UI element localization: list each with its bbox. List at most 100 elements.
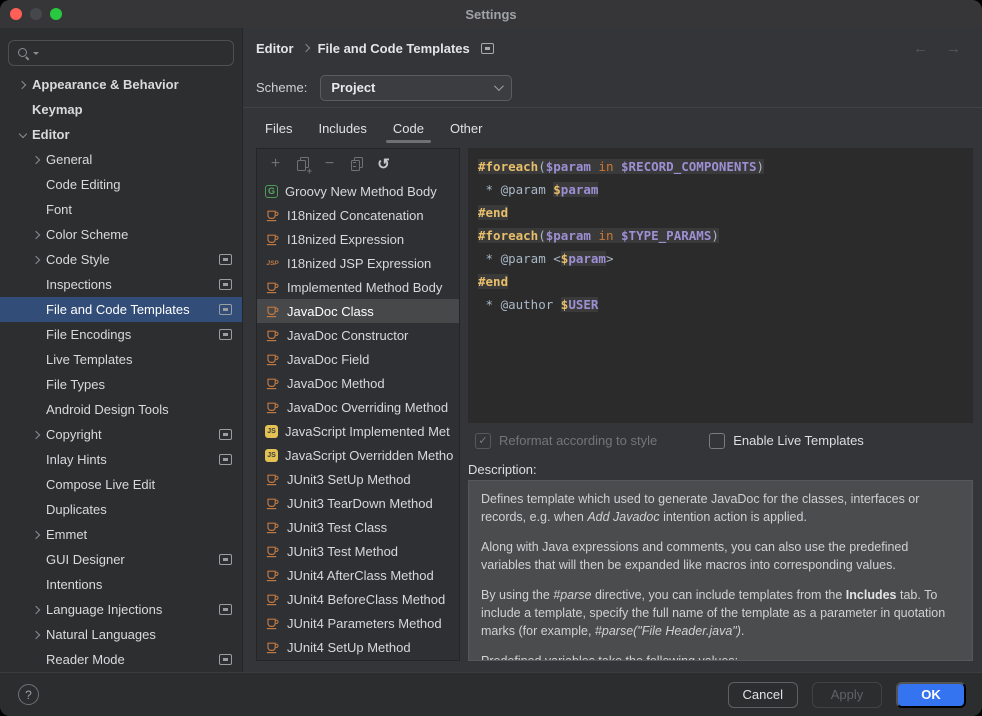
sidebar-item-label: Code Editing xyxy=(46,177,120,192)
template-item-groovy-new-method-body[interactable]: GGroovy New Method Body xyxy=(257,179,459,203)
sidebar-item-gui-designer[interactable]: GUI Designer xyxy=(0,547,242,572)
sidebar-item-general[interactable]: General xyxy=(0,147,242,172)
template-item-label: JUnit4 BeforeClass Method xyxy=(287,592,445,607)
indent-spacer xyxy=(28,354,46,366)
chevron-right-icon[interactable] xyxy=(28,229,46,241)
sidebar-item-code-editing[interactable]: Code Editing xyxy=(0,172,242,197)
template-item-i18nized-jsp-expression[interactable]: JSPI18nized JSP Expression xyxy=(257,251,459,275)
chevron-right-icon[interactable] xyxy=(14,79,32,91)
template-item-label: JUnit3 SetUp Method xyxy=(287,472,411,487)
template-editor[interactable]: #foreach($param in $RECORD_COMPONENTS) *… xyxy=(468,148,973,423)
template-description[interactable]: Defines template which used to generate … xyxy=(468,480,973,661)
reformat-checkbox[interactable]: ✓ Reformat according to style xyxy=(475,433,657,449)
template-item-junit3-setup-method[interactable]: JUnit3 SetUp Method xyxy=(257,467,459,491)
sidebar-item-live-templates[interactable]: Live Templates xyxy=(0,347,242,372)
settings-content: Editor File and Code Templates ← → Schem… xyxy=(243,28,982,672)
forward-icon[interactable]: → xyxy=(946,40,961,57)
template-item-javadoc-overriding-method[interactable]: JavaDoc Overriding Method xyxy=(257,395,459,419)
template-item-i18nized-expression[interactable]: I18nized Expression xyxy=(257,227,459,251)
tab-files[interactable]: Files xyxy=(265,111,292,146)
sidebar-item-inlay-hints[interactable]: Inlay Hints xyxy=(0,447,242,472)
scheme-label: Scheme: xyxy=(256,80,307,95)
template-item-label: Groovy New Method Body xyxy=(285,184,437,199)
scheme-select[interactable]: Project xyxy=(320,75,512,101)
template-item-junit3-test-method[interactable]: JUnit3 Test Method xyxy=(257,539,459,563)
template-item-javascript-implemented-met[interactable]: JSJavaScript Implemented Met xyxy=(257,419,459,443)
template-item-javadoc-method[interactable]: JavaDoc Method xyxy=(257,371,459,395)
remove-template-icon[interactable]: − xyxy=(321,156,338,173)
java-class-icon xyxy=(265,568,280,583)
template-item-junit3-test-class[interactable]: JUnit3 Test Class xyxy=(257,515,459,539)
template-item-junit4-beforeclass-method[interactable]: JUnit4 BeforeClass Method xyxy=(257,587,459,611)
template-item-implemented-method-body[interactable]: Implemented Method Body xyxy=(257,275,459,299)
enable-live-templates-checkbox[interactable]: Enable Live Templates xyxy=(709,433,864,449)
sidebar-item-copyright[interactable]: Copyright xyxy=(0,422,242,447)
sidebar-item-code-style[interactable]: Code Style xyxy=(0,247,242,272)
sidebar-item-appearance-behavior[interactable]: Appearance & Behavior xyxy=(0,72,242,97)
sidebar-item-reader-mode[interactable]: Reader Mode xyxy=(0,647,242,672)
copy-template-icon[interactable] xyxy=(348,156,365,173)
java-class-icon xyxy=(265,544,280,559)
chevron-right-icon[interactable] xyxy=(28,154,46,166)
settings-sidebar: Appearance & BehaviorKeymapEditorGeneral… xyxy=(0,28,243,672)
template-item-junit4-setup-method[interactable]: JUnit4 SetUp Method xyxy=(257,635,459,659)
settings-search-input[interactable] xyxy=(8,40,234,66)
sidebar-item-font[interactable]: Font xyxy=(0,197,242,222)
sidebar-item-color-scheme[interactable]: Color Scheme xyxy=(0,222,242,247)
template-item-junit4-afterclass-method[interactable]: JUnit4 AfterClass Method xyxy=(257,563,459,587)
template-item-javadoc-class[interactable]: JavaDoc Class xyxy=(257,299,459,323)
chevron-down-icon[interactable] xyxy=(14,129,32,141)
chevron-right-icon[interactable] xyxy=(28,429,46,441)
template-item-javadoc-constructor[interactable]: JavaDoc Constructor xyxy=(257,323,459,347)
sidebar-item-keymap[interactable]: Keymap xyxy=(0,97,242,122)
duplicate-template-icon[interactable]: + xyxy=(294,156,311,173)
sidebar-item-android-design-tools[interactable]: Android Design Tools xyxy=(0,397,242,422)
chevron-right-icon xyxy=(301,44,309,52)
screen-icon xyxy=(481,43,494,54)
minimize-window-button[interactable] xyxy=(30,8,42,20)
sidebar-item-intentions[interactable]: Intentions xyxy=(0,572,242,597)
reset-template-icon[interactable]: ↺ xyxy=(375,156,392,173)
chevron-right-icon[interactable] xyxy=(28,254,46,266)
chevron-right-icon[interactable] xyxy=(28,529,46,541)
ok-button[interactable]: OK xyxy=(896,682,966,708)
search-options-caret-icon[interactable] xyxy=(33,52,39,55)
indent-spacer xyxy=(28,654,46,666)
java-class-icon xyxy=(265,496,280,511)
sidebar-item-duplicates[interactable]: Duplicates xyxy=(0,497,242,522)
chevron-right-icon[interactable] xyxy=(28,629,46,641)
template-tabs: Files Includes Code Other xyxy=(256,108,973,148)
template-item-javadoc-field[interactable]: JavaDoc Field xyxy=(257,347,459,371)
sidebar-item-natural-languages[interactable]: Natural Languages xyxy=(0,622,242,647)
enable-live-templates-label: Enable Live Templates xyxy=(733,433,864,448)
template-item-javascript-overridden-metho[interactable]: JSJavaScript Overridden Metho xyxy=(257,443,459,467)
breadcrumb-parent[interactable]: Editor xyxy=(256,41,294,56)
close-window-button[interactable] xyxy=(10,8,22,20)
template-item-label: JUnit3 Test Method xyxy=(287,544,398,559)
back-icon[interactable]: ← xyxy=(913,40,928,57)
help-icon[interactable]: ? xyxy=(18,684,39,705)
template-item-junit4-parameters-method[interactable]: JUnit4 Parameters Method xyxy=(257,611,459,635)
apply-button[interactable]: Apply xyxy=(812,682,882,708)
tab-other[interactable]: Other xyxy=(450,111,483,146)
java-class-icon xyxy=(265,376,280,391)
template-item-i18nized-concatenation[interactable]: I18nized Concatenation xyxy=(257,203,459,227)
tab-code[interactable]: Code xyxy=(393,111,424,146)
sidebar-item-editor[interactable]: Editor xyxy=(0,122,242,147)
fullscreen-window-button[interactable] xyxy=(50,8,62,20)
sidebar-item-emmet[interactable]: Emmet xyxy=(0,522,242,547)
sidebar-item-language-injections[interactable]: Language Injections xyxy=(0,597,242,622)
chevron-right-icon[interactable] xyxy=(28,604,46,616)
screen-icon xyxy=(219,279,232,290)
sidebar-item-inspections[interactable]: Inspections xyxy=(0,272,242,297)
sidebar-item-compose-live-edit[interactable]: Compose Live Edit xyxy=(0,472,242,497)
sidebar-item-file-encodings[interactable]: File Encodings xyxy=(0,322,242,347)
template-item-label: Implemented Method Body xyxy=(287,280,442,295)
add-template-icon[interactable]: + xyxy=(267,156,284,173)
template-item-label: JUnit3 Test Class xyxy=(287,520,387,535)
tab-includes[interactable]: Includes xyxy=(318,111,366,146)
template-item-junit3-teardown-method[interactable]: JUnit3 TearDown Method xyxy=(257,491,459,515)
sidebar-item-file-types[interactable]: File Types xyxy=(0,372,242,397)
cancel-button[interactable]: Cancel xyxy=(728,682,798,708)
sidebar-item-file-and-code-templates[interactable]: File and Code Templates xyxy=(0,297,242,322)
